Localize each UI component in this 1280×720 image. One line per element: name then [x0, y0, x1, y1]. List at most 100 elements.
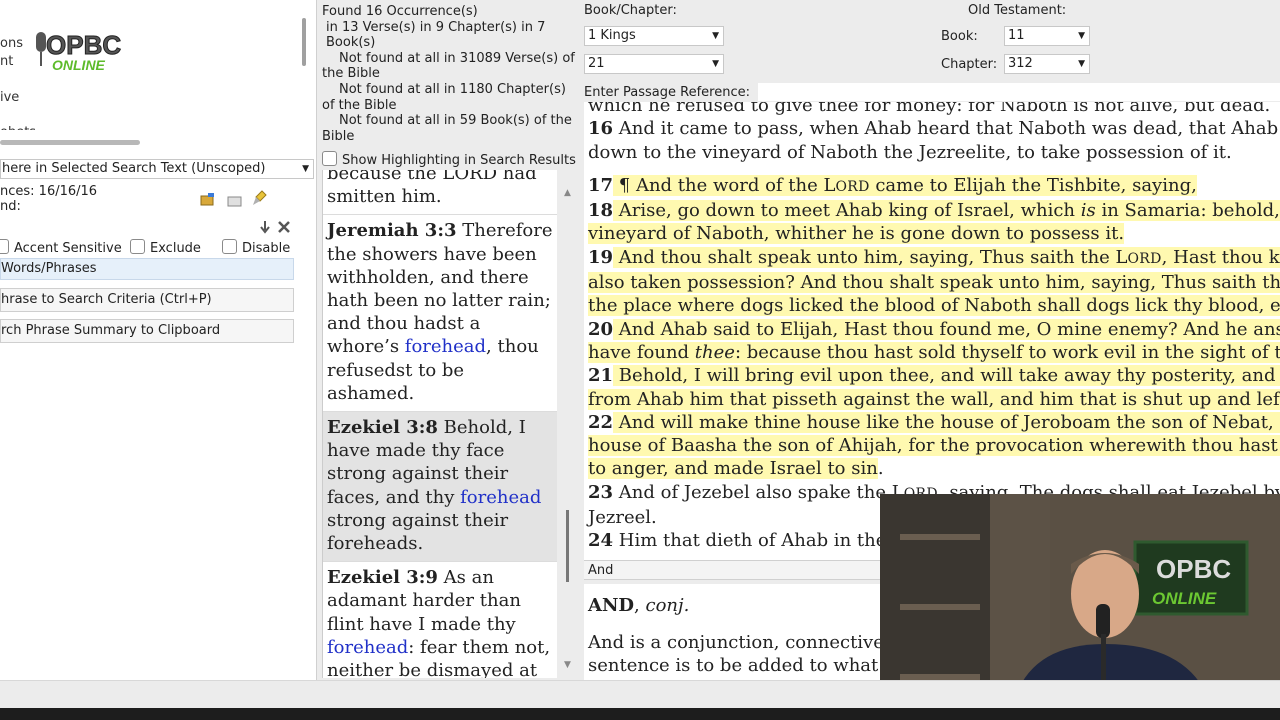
verse-text: And thou shalt speak unto him, saying, T…	[613, 246, 1128, 268]
broom-clear-icon[interactable]	[252, 190, 268, 206]
disable-label: Disable	[242, 241, 291, 256]
result-item[interactable]: Jeremiah 3:3 Therefore the showers have …	[323, 215, 557, 413]
show-highlighting-option[interactable]: Show Highlighting in Search Results	[322, 151, 576, 168]
logo-text-top: OPBC	[46, 30, 121, 60]
occurrences-count: nces: 16/16/16	[0, 184, 98, 199]
stats-not-verses: Not found at all in 31089 Verse(s) of th…	[322, 50, 575, 82]
chevron-down-icon: ▼	[302, 164, 309, 174]
module-list-hscrollbar[interactable]	[0, 140, 140, 145]
add-phrase-button[interactable]: hrase to Search Criteria (Ctrl+P)	[0, 288, 294, 312]
verse-text: And of Jezebel also spake the L	[613, 481, 904, 503]
verse-16: 16 And it came to pass, when Ahab heard …	[584, 117, 1280, 140]
exclude-checkbox[interactable]	[130, 239, 145, 254]
chevron-down-icon: ▼	[712, 31, 719, 41]
verse-number: 23	[588, 481, 614, 503]
arrow-down-icon[interactable]	[257, 219, 273, 235]
verse-number: 20	[588, 318, 614, 340]
passage-input[interactable]	[758, 83, 1280, 101]
verse-number: 18	[588, 200, 614, 222]
result-item[interactable]: Ezekiel 3:9 As an adamant harder than fl…	[323, 562, 557, 678]
verse-line: down to the vineyard of Naboth the Jezre…	[588, 141, 1232, 163]
verse-21: 21 Behold, I will bring evil upon thee, …	[584, 364, 1280, 387]
verse-line: have found thee: because thou hast sold …	[584, 341, 1280, 364]
verse-text: house of Baasha the son of Ahijah, for t…	[588, 435, 1280, 457]
verse-20: 20 And Ahab said to Elijah, Hast thou fo…	[584, 318, 1280, 341]
verse-text: : because thou hast sold thyself to work…	[734, 341, 1280, 363]
verse-text: in Samaria: behold, he is in the	[1101, 200, 1280, 222]
result-text: because the LORD had smitten him.	[327, 170, 537, 208]
search-panel: ons nt ive ohets OPBC ONLINE here in Sel…	[0, 0, 317, 680]
scroll-up-icon[interactable]: ▲	[564, 188, 571, 198]
scroll-down-icon[interactable]: ▼	[564, 660, 571, 670]
result-ref: Ezekiel 3:9	[327, 567, 438, 589]
module-list-scrollbar[interactable]	[302, 18, 306, 66]
chevron-down-icon: ▼	[1078, 31, 1085, 41]
stats-not-books: Not found at all in 59 Book(s) of the Bi…	[322, 113, 572, 144]
module-item[interactable]: ons	[0, 36, 23, 51]
verse-text: from Ahab him that pisseth against the w…	[588, 388, 1280, 410]
dictionary-pos: conj.	[645, 595, 690, 616]
verse-line: the place where dogs licked the blood of…	[584, 294, 1280, 317]
disable-option[interactable]: Disable	[222, 239, 290, 256]
webcam-sign-bottom: ONLINE	[1152, 589, 1217, 608]
logo-text-bottom: ONLINE	[52, 57, 106, 73]
bible-text-view[interactable]: which he refused to give thee for money:…	[584, 102, 1280, 560]
search-results-list: because the LORD had smitten him. Jeremi…	[322, 170, 557, 678]
accent-sensitive-option[interactable]: Accent Sensitive	[0, 239, 122, 256]
verse-text: , Hast thou killed, and	[1161, 246, 1280, 268]
verse-line: vineyard of Naboth, whither he is gone d…	[584, 222, 1280, 245]
result-ref: Jeremiah 3:3	[327, 220, 457, 242]
module-item[interactable]: ive	[0, 90, 19, 105]
stats-verses: in 13 Verse(s) in 9 Chapter(s) in 7 Book…	[326, 19, 546, 51]
result-hit: forehead	[327, 636, 409, 658]
verse-text: to anger, and made Israel to sin	[588, 458, 878, 480]
search-scope-select[interactable]: here in Selected Search Text (Unscoped) …	[0, 159, 314, 179]
verse-line: also taken possession? And thou shalt sp…	[584, 271, 1280, 294]
search-stats: Found 16 Occurrence(s) in 13 Verse(s) in…	[322, 4, 576, 144]
book-number-value: 11	[1008, 28, 1025, 43]
chapter-select[interactable]: 21 ▼	[584, 54, 724, 74]
small-caps-lord: ORD	[1127, 250, 1162, 267]
verse-text: have found	[588, 341, 695, 363]
verse-line: which he refused to give thee for money:…	[588, 102, 1271, 116]
folder-icon[interactable]	[227, 192, 243, 208]
small-caps-lord: ORD	[835, 178, 870, 195]
show-highlighting-checkbox[interactable]	[322, 151, 337, 166]
scroll-thumb[interactable]	[566, 510, 569, 582]
result-item-partial[interactable]: because the LORD had smitten him.	[323, 170, 557, 216]
book-number-label: Book:	[941, 29, 978, 44]
module-item[interactable]: nt	[0, 54, 13, 69]
close-icon[interactable]	[276, 219, 292, 235]
words-phrases-item[interactable]: Words/Phrases	[0, 258, 294, 280]
book-chapter-label: Book/Chapter:	[584, 3, 677, 18]
exclude-label: Exclude	[150, 241, 201, 256]
book-number-select[interactable]: 11 ▼	[1004, 26, 1090, 46]
verse-number: 17	[588, 174, 614, 196]
book-select[interactable]: 1 Kings ▼	[584, 26, 724, 46]
chevron-down-icon: ▼	[1078, 59, 1085, 69]
verse-number: 22	[588, 411, 614, 433]
verse-number: 16	[588, 118, 614, 140]
verse-text: vineyard of Naboth, whither he is gone d…	[588, 223, 1125, 245]
webcam-sign-top: OPBC	[1156, 554, 1231, 584]
accent-sensitive-checkbox[interactable]	[0, 239, 9, 254]
accent-sensitive-label: Accent Sensitive	[14, 241, 122, 256]
verse-text: .	[877, 458, 884, 480]
verse-line: to anger, and made Israel to sin.	[584, 457, 1280, 480]
italic-word: thee	[694, 341, 735, 363]
results-scrollbar[interactable]: ▲ ▼	[562, 188, 574, 674]
chevron-down-icon: ▼	[712, 59, 719, 69]
add-folder-icon[interactable]	[200, 191, 216, 207]
module-item[interactable]: ohets	[0, 125, 36, 130]
opbc-logo: OPBC ONLINE	[36, 30, 122, 73]
copy-summary-button[interactable]: rch Phrase Summary to Clipboard	[0, 319, 294, 343]
verse-text: Behold, I will bring evil upon thee, and…	[613, 365, 1280, 387]
chapter-number-select[interactable]: 312 ▼	[1004, 54, 1090, 74]
verse-line: from Ahab him that pisseth against the w…	[584, 388, 1280, 411]
verse-17: 17 ¶ And the word of the LORD came to El…	[584, 174, 1280, 199]
exclude-option[interactable]: Exclude	[130, 239, 201, 256]
verse-number: 19	[588, 246, 614, 268]
result-item-selected[interactable]: Ezekiel 3:8 Behold, I have made thy face…	[323, 412, 557, 563]
disable-checkbox[interactable]	[222, 239, 237, 254]
results-panel: Found 16 Occurrence(s) in 13 Verse(s) in…	[318, 0, 578, 680]
